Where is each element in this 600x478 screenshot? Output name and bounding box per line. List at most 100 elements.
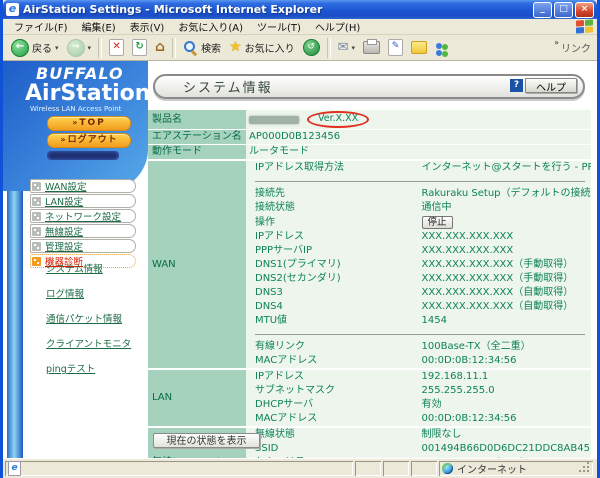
links-label: リンク bbox=[561, 44, 591, 55]
favorites-button[interactable]: ★ お気に入り bbox=[225, 37, 299, 59]
menu-help[interactable]: ヘルプ(H) bbox=[308, 19, 367, 34]
row-value: ルータモード bbox=[246, 144, 591, 161]
menu-edit[interactable]: 編集(E) bbox=[75, 19, 123, 34]
divider-line bbox=[255, 180, 585, 182]
menu-view[interactable]: 表示(V) bbox=[123, 19, 172, 34]
toolbar-separator bbox=[172, 37, 177, 58]
table-row: 製品名 Ver.X.XX bbox=[148, 110, 591, 130]
row-value: XXX.XXX.XXX.XXX（自動取得） bbox=[418, 286, 591, 300]
menu-favorites[interactable]: お気に入り(A) bbox=[171, 19, 250, 34]
row-label: IPアドレス bbox=[246, 368, 419, 384]
top-button-label: TOP bbox=[79, 118, 106, 128]
forward-button[interactable]: → ▾ bbox=[63, 37, 96, 59]
status-main-pane: e bbox=[5, 461, 353, 476]
menu-bullet-icon bbox=[32, 196, 41, 206]
row-label: SSID bbox=[246, 442, 419, 456]
table-row: WAN IPアドレス取得方法 インターネット@スタートを行う - PPPoE接続 bbox=[148, 159, 591, 369]
close-button[interactable]: × bbox=[575, 1, 594, 18]
row-label: セキュリティ bbox=[246, 456, 419, 458]
version-annotation-circle: Ver.X.XX bbox=[307, 111, 370, 128]
row-value: AP000D0B123456 bbox=[246, 129, 591, 145]
sidebar-item-admin[interactable]: 管理設定 bbox=[30, 239, 136, 253]
row-value: 制限なし bbox=[418, 426, 591, 442]
stop-connection-button[interactable]: 停止 bbox=[421, 216, 453, 229]
print-button[interactable] bbox=[359, 37, 384, 59]
redacted-model-name bbox=[47, 151, 119, 160]
favorites-label: お気に入り bbox=[244, 44, 295, 55]
sidebar-item-network[interactable]: ネットワーク設定 bbox=[30, 209, 136, 223]
home-icon: ⌂ bbox=[155, 39, 166, 55]
row-label: 操作 bbox=[246, 215, 419, 230]
back-button[interactable]: ← 戻る ▾ bbox=[7, 37, 63, 59]
product-name-cell: Ver.X.XX bbox=[246, 110, 591, 130]
version-text: Ver.X.XX bbox=[318, 113, 359, 124]
logout-button[interactable]: » ログアウト bbox=[47, 133, 131, 148]
chevron-expand-icon[interactable]: » bbox=[554, 38, 559, 47]
refresh-button[interactable]: ↻ bbox=[128, 37, 151, 59]
row-value: XXX.XXX.XXX.XXX bbox=[418, 244, 591, 258]
row-value: XXX.XXX.XXX.XXX（手動取得） bbox=[418, 258, 591, 272]
mail-dropdown-icon[interactable]: ▾ bbox=[352, 44, 356, 52]
table-row: エアステーション名 AP000D0B123456 bbox=[148, 129, 591, 145]
row-label: IPアドレス取得方法 bbox=[246, 159, 419, 175]
sidebar-submenu: システム情報 ログ情報 通信パケット情報 クライアントモニタ pingテスト bbox=[46, 261, 131, 386]
browser-window: e AirStation Settings - Microsoft Intern… bbox=[0, 0, 600, 478]
forward-dropdown-icon[interactable]: ▾ bbox=[88, 44, 92, 52]
sidebar-item-wireless[interactable]: 無線設定 bbox=[30, 224, 136, 238]
table-row: LAN IPアドレス 192.168.11.1 bbox=[148, 368, 591, 427]
divider-cell bbox=[246, 328, 591, 340]
back-label: 戻る bbox=[32, 44, 52, 55]
row-value: Rakuraku Setup（デフォルトの接続先） bbox=[418, 187, 591, 201]
menu-file[interactable]: ファイル(F) bbox=[7, 19, 75, 34]
sublink-packet-info[interactable]: 通信パケット情報 bbox=[46, 311, 131, 325]
section-label-wan: WAN bbox=[148, 159, 246, 369]
history-button[interactable]: ↺ bbox=[299, 37, 324, 59]
minimize-button[interactable]: _ bbox=[533, 1, 552, 18]
toolbar-separator bbox=[98, 37, 103, 58]
home-button[interactable]: ⌂ bbox=[151, 37, 169, 59]
row-value: XXX.XXX.XXX.XXX（手動取得） bbox=[418, 272, 591, 286]
maximize-button[interactable]: □ bbox=[554, 1, 573, 18]
back-dropdown-icon[interactable]: ▾ bbox=[55, 44, 59, 52]
links-bar[interactable]: » リンク bbox=[554, 38, 593, 55]
row-value: 100Base-TX（全二重） bbox=[418, 340, 591, 354]
row-value: 有効 bbox=[418, 398, 591, 412]
edit-button[interactable]: ✎ bbox=[384, 37, 407, 59]
row-value: XXX.XXX.XXX.XXX（自動取得） bbox=[418, 300, 591, 314]
stop-button[interactable]: ✕ bbox=[105, 37, 128, 59]
sidebar-brand-panel: BUFFALO AirStation Wireless LAN Access P… bbox=[3, 61, 150, 191]
row-label: IPアドレス bbox=[246, 230, 419, 244]
help-button[interactable]: ヘルプ bbox=[525, 78, 577, 94]
sublink-system-info[interactable]: システム情報 bbox=[46, 261, 131, 275]
page-viewport: BUFFALO AirStation Wireless LAN Access P… bbox=[3, 61, 597, 458]
sublink-log-info[interactable]: ログ情報 bbox=[46, 286, 131, 300]
window-title: AirStation Settings - Microsoft Internet… bbox=[23, 3, 323, 16]
main-content: システム情報 ? ヘルプ 製品名 Ver.X.XX エアステーション名 AP00… bbox=[148, 61, 597, 458]
sidebar-item-wan[interactable]: WAN設定 bbox=[30, 179, 136, 193]
sublink-ping-test[interactable]: pingテスト bbox=[46, 361, 131, 375]
menu-tools[interactable]: ツール(T) bbox=[250, 19, 308, 34]
messenger-button[interactable] bbox=[431, 37, 454, 59]
print-icon bbox=[363, 39, 381, 54]
search-button[interactable]: 検索 bbox=[179, 37, 225, 59]
discuss-button[interactable] bbox=[407, 37, 431, 59]
show-current-status-button[interactable]: 現在の状態を表示 bbox=[153, 433, 260, 448]
section-label-lan: LAN bbox=[148, 368, 246, 427]
mail-icon: ✉ bbox=[337, 40, 349, 55]
row-value: XXX.XXX.XXX.XXX bbox=[418, 230, 591, 244]
menu-bullet-icon bbox=[32, 226, 41, 236]
row-value: 192.168.11.1 bbox=[418, 368, 591, 384]
sublink-client-monitor[interactable]: クライアントモニタ bbox=[46, 336, 131, 350]
row-label: エアステーション名 bbox=[148, 129, 246, 145]
status-pane bbox=[411, 461, 437, 476]
sidebar: BUFFALO AirStation Wireless LAN Access P… bbox=[3, 61, 150, 458]
row-value: AOSS WPA-PSK(AES) bbox=[418, 456, 591, 458]
status-bar: e インターネット bbox=[3, 458, 597, 478]
row-value: 00:0D:0B:12:34:56 bbox=[418, 354, 591, 369]
row-value: 00:0D:0B:12:34:56 bbox=[418, 412, 591, 427]
resize-grip[interactable] bbox=[578, 463, 590, 475]
mail-button[interactable]: ✉ ▾ bbox=[334, 37, 359, 59]
row-label: 有線リンク bbox=[246, 340, 419, 354]
sidebar-item-lan[interactable]: LAN設定 bbox=[30, 194, 136, 208]
top-button[interactable]: » TOP bbox=[47, 116, 131, 131]
